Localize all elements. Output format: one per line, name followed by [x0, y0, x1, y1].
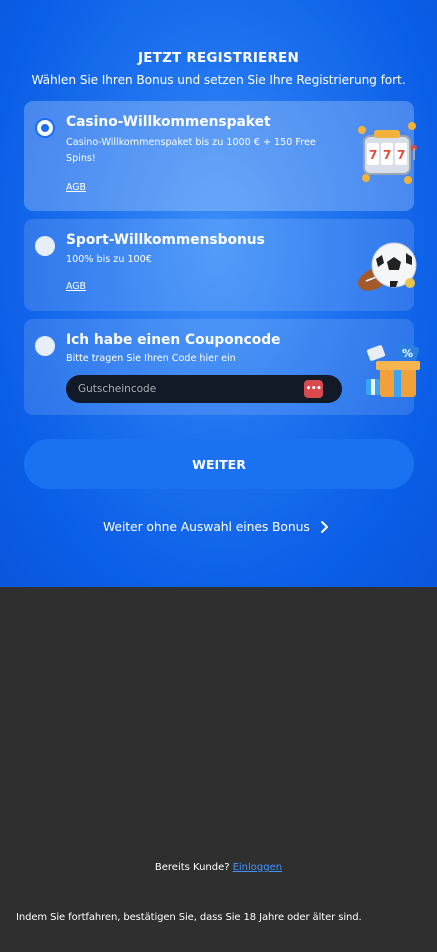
- radio-sport[interactable]: [35, 236, 55, 256]
- svg-text:7: 7: [383, 148, 391, 162]
- svg-text:7: 7: [369, 148, 377, 162]
- bonus-option-coupon[interactable]: Ich habe einen Couponcode Bitte tragen S…: [24, 319, 420, 415]
- svg-text:7: 7: [397, 148, 405, 162]
- terms-link-sport[interactable]: AGB: [66, 281, 86, 292]
- gift-box-icon: %: [366, 343, 420, 397]
- bonus-panel: JETZT REGISTRIEREN Wählen Sie Ihren Bonu…: [0, 0, 437, 587]
- page-title: JETZT REGISTRIEREN: [138, 50, 299, 66]
- bonus-description-coupon: Bitte tragen Sie Ihren Code hier ein: [66, 353, 236, 364]
- bonus-option-sport[interactable]: Sport-Willkommensbonus 100% bis zu 100€ …: [24, 219, 417, 311]
- skip-bonus-label: Weiter ohne Auswahl eines Bonus: [103, 519, 310, 534]
- bonus-description-sport: 100% bis zu 100€: [66, 254, 152, 265]
- login-prompt: Bereits Kunde? Einloggen: [0, 862, 437, 873]
- page-subtitle: Wählen Sie Ihren Bonus und setzen Sie Ih…: [31, 73, 406, 87]
- chevron-right-icon: [320, 520, 328, 533]
- coupon-field[interactable]: •••: [66, 375, 342, 403]
- skip-bonus-link[interactable]: Weiter ohne Auswahl eines Bonus: [103, 519, 329, 534]
- continue-button[interactable]: WEITER: [24, 439, 414, 489]
- radio-coupon[interactable]: [35, 336, 55, 356]
- already-customer-text: Bereits Kunde?: [154, 862, 230, 873]
- svg-text:%: %: [402, 347, 413, 360]
- bonus-title-coupon: Ich habe einen Couponcode: [66, 332, 281, 348]
- bonus-description-casino: Casino-Willkommenspaket bis zu 1000 € + …: [66, 137, 316, 164]
- terms-link-casino[interactable]: AGB: [66, 182, 86, 193]
- sports-balls-icon: [358, 242, 417, 291]
- coupon-input[interactable]: [78, 375, 293, 403]
- bonus-title-sport: Sport-Willkommensbonus: [66, 232, 265, 248]
- radio-casino[interactable]: [35, 118, 55, 138]
- bonus-option-casino[interactable]: Casino-Willkommenspaket Casino-Willkomme…: [24, 101, 417, 211]
- slot-machine-icon: 7 7 7: [358, 122, 417, 184]
- login-link[interactable]: Einloggen: [233, 862, 283, 873]
- password-manager-icon[interactable]: •••: [304, 380, 323, 398]
- age-notice: Indem Sie fortfahren, bestätigen Sie, da…: [16, 912, 362, 923]
- bonus-title-casino: Casino-Willkommenspaket: [66, 114, 271, 130]
